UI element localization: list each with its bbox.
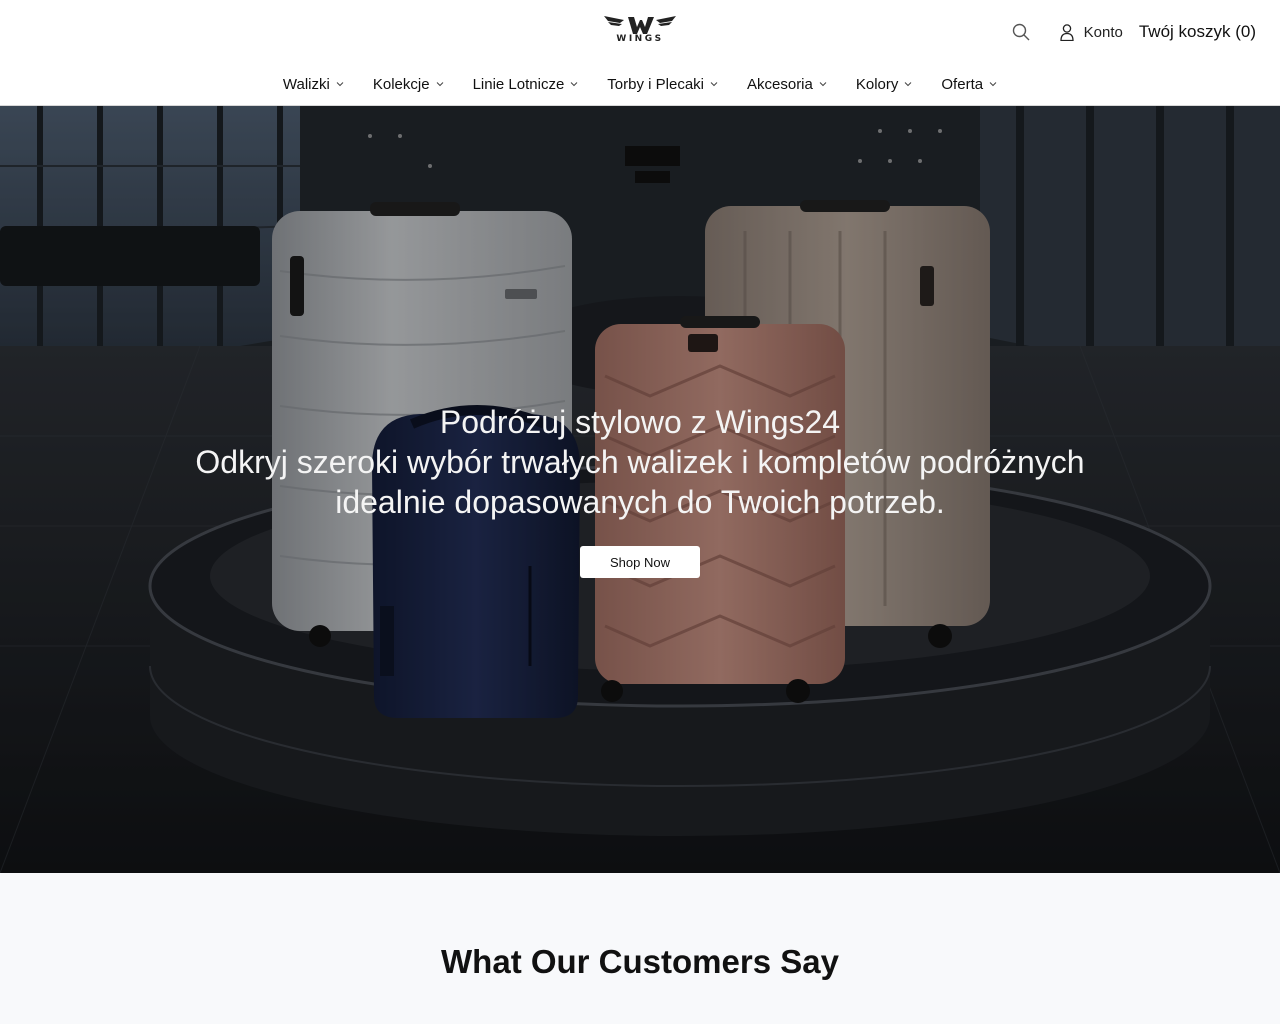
chevron-down-icon <box>570 82 578 87</box>
hero-banner: Podróżuj stylowo z Wings24 Odkryj szerok… <box>0 106 1280 873</box>
nav-item-label: Kolory <box>855 75 899 93</box>
nav-item-linie-lotnicze[interactable]: Linie Lotnicze <box>473 76 579 93</box>
user-icon <box>1060 23 1074 41</box>
testimonials-section: What Our Customers Say <box>0 873 1280 1024</box>
nav-item-kolory[interactable]: Kolory <box>856 76 913 93</box>
nav-item-label: Linie Lotnicze <box>472 75 565 93</box>
chevron-down-icon <box>710 82 718 87</box>
logo-text: WINGS <box>616 34 664 44</box>
chevron-down-icon <box>336 82 344 87</box>
chevron-down-icon <box>436 82 443 87</box>
nav-item-torby-i-plecaki[interactable]: Torby i Plecaki <box>607 76 718 93</box>
wings-logo[interactable]: WINGS <box>600 14 680 50</box>
cart-link[interactable]: Twój koszyk (0) <box>1139 22 1256 42</box>
nav-item-label: Torby i Plecaki <box>607 75 704 93</box>
section-title: What Our Customers Say <box>441 943 839 980</box>
main-navigation: Walizki Kolekcje Linie Lotnicze Torby i … <box>0 70 1280 98</box>
search-icon <box>1012 23 1030 41</box>
chevron-down-icon <box>989 82 997 87</box>
nav-item-label: Kolekcje <box>372 75 430 93</box>
wings-logo-icon <box>604 16 676 34</box>
nav-item-label: Walizki <box>282 75 330 93</box>
site-header: WINGS Konto Twój koszyk (0) Walizki Kole… <box>0 0 1280 106</box>
nav-item-akcesoria[interactable]: Akcesoria <box>747 76 827 93</box>
chevron-down-icon <box>905 82 912 87</box>
nav-item-label: Akcesoria <box>747 75 813 93</box>
nav-item-label: Oferta <box>941 75 984 93</box>
shop-now-button[interactable]: Shop Now <box>580 546 700 578</box>
header-actions: Konto Twój koszyk (0) <box>1010 18 1256 46</box>
chevron-down-icon <box>819 82 827 87</box>
nav-item-kolekcje[interactable]: Kolekcje <box>373 76 444 93</box>
hero-title: Podróżuj stylowo z Wings24 <box>439 404 841 440</box>
search-button[interactable] <box>1010 21 1032 43</box>
nav-item-walizki[interactable]: Walizki <box>283 76 344 93</box>
nav-item-oferta[interactable]: Oferta <box>941 76 997 93</box>
account-label: Konto <box>1083 23 1123 41</box>
hero-subtitle: Odkryj szeroki wybór trwałych walizek i … <box>195 444 1085 520</box>
account-link[interactable]: Konto <box>1060 24 1123 41</box>
hero-text-block: Podróżuj stylowo z Wings24 Odkryj szerok… <box>0 402 1280 522</box>
